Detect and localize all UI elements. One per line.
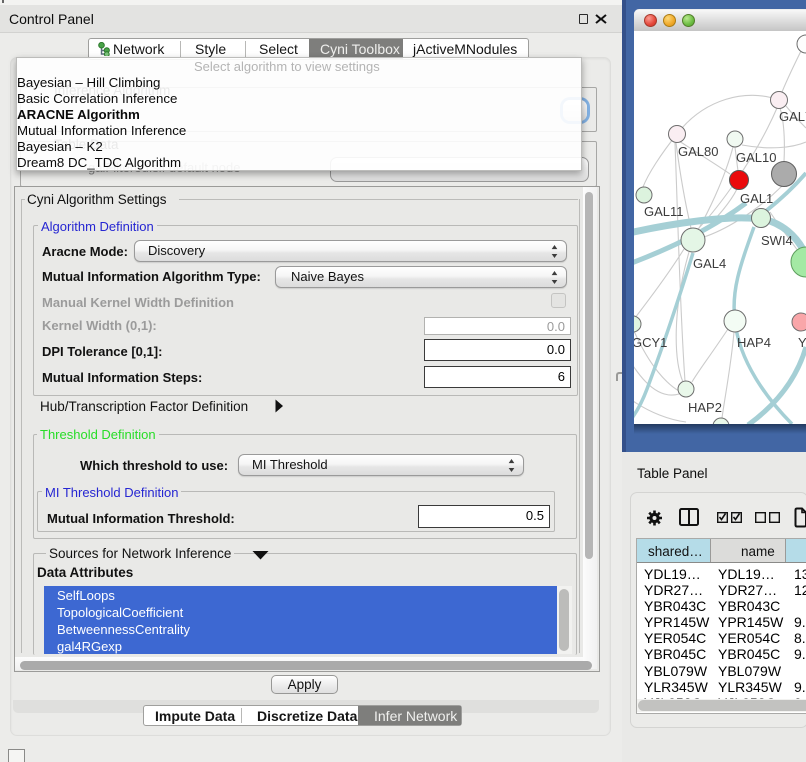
svg-text:GAL10: GAL10 (736, 150, 776, 165)
svg-text:GAL80: GAL80 (678, 144, 718, 159)
svg-text:GAL1: GAL1 (740, 191, 773, 206)
svg-text:GCY1: GCY1 (634, 335, 667, 350)
svg-text:Y: Y (798, 335, 806, 350)
svg-text:GAL11: GAL11 (644, 204, 684, 219)
svg-text:GAL7: GAL7 (779, 109, 806, 124)
svg-text:SWI4: SWI4 (761, 233, 793, 248)
svg-text:HAP4: HAP4 (737, 335, 771, 350)
svg-text:HAP2: HAP2 (688, 400, 722, 415)
svg-text:GAL4: GAL4 (693, 256, 726, 271)
